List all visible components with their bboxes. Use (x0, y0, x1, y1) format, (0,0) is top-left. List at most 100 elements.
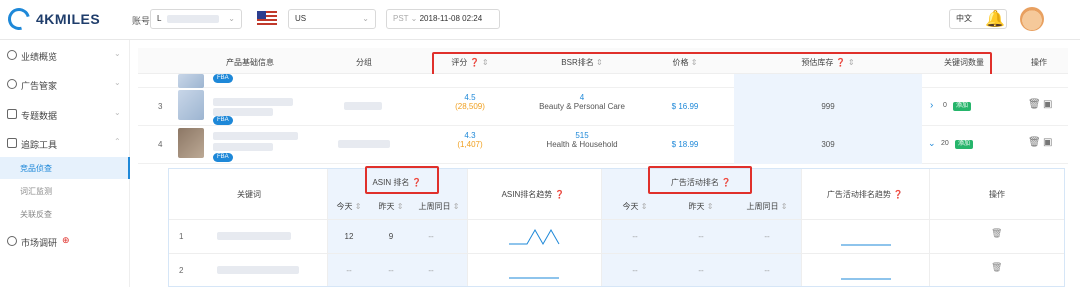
sidebar-item-tracking[interactable]: 追踪工具 ⌃ (0, 130, 130, 156)
sidebar-subitem-label: 竞品侦查 (20, 164, 52, 173)
add-keyword-button[interactable]: 添加 (955, 140, 974, 149)
sub-header-ad-today-label: 今天 (622, 202, 639, 211)
us-flag-icon (257, 11, 277, 25)
market-icon (7, 236, 17, 246)
sidebar-subitem-keyword-monitor[interactable]: 词汇监测 (0, 180, 130, 202)
chevron-right-icon[interactable]: › (930, 100, 933, 111)
tracking-icon (7, 138, 17, 148)
row-index: 3 (158, 102, 163, 111)
dashboard-icon (7, 50, 17, 60)
sidebar-item-ads[interactable]: 广告管家 ⌄ (0, 71, 130, 97)
sidebar-subitem-reverse[interactable]: 关联反查 (0, 203, 130, 225)
highlight-box-ad-rank (648, 166, 752, 194)
logo[interactable]: 4KMILES (3, 3, 101, 35)
row-index: 2 (179, 266, 184, 275)
header-actions: 操作 (1031, 58, 1047, 67)
redacted-group (344, 102, 382, 110)
chevron-down-icon: ⌄ (114, 78, 121, 87)
sidebar-item-label: 市场调研 (21, 238, 58, 248)
datetime: 2018-11-08 02:24 (419, 14, 483, 23)
sub-header-keyword: 关键词 (237, 190, 261, 199)
sub-header-yesterday[interactable]: 昨天 ⇕ (379, 201, 404, 212)
sidebar-item-label: 广告管家 (21, 81, 58, 91)
sub-header-ad-today[interactable]: 今天 ⇕ (623, 201, 648, 212)
account-select[interactable]: L ⌄ (150, 9, 242, 29)
help-icon: ❓ (893, 190, 904, 199)
chevron-down-icon[interactable]: ⌄ (928, 138, 936, 149)
redacted-product-asin (213, 108, 273, 116)
asin-rank-last-week: -- (428, 232, 434, 241)
add-keyword-button[interactable]: 添加 (953, 102, 972, 111)
ad-rank-today: -- (632, 266, 638, 275)
redacted-product-title (213, 132, 298, 140)
ad-trend-sparkline[interactable] (839, 262, 893, 282)
avatar[interactable] (1020, 7, 1044, 31)
sort-icon: ⇕ (452, 202, 460, 211)
sub-header-asin-trend: ASIN排名趋势 ❓ (502, 189, 565, 200)
sub-header-actions: 操作 (989, 190, 1005, 199)
sub-header-ad-yesterday-label: 昨天 (688, 202, 705, 211)
stock: 309 (821, 140, 835, 149)
asin-trend-sparkline[interactable] (507, 260, 561, 282)
timezone: PST (393, 14, 409, 23)
ad-trend-sparkline[interactable] (839, 228, 893, 248)
sort-icon: ⇕ (354, 202, 362, 211)
sub-table-row[interactable]: 2 -- -- -- -- -- -- 🗑 (169, 253, 1064, 287)
asin-rank-today: 12 (344, 232, 354, 241)
chevron-up-icon: ⌃ (114, 137, 121, 146)
sub-table-row[interactable]: 1 12 9 -- -- -- -- 🗑 (169, 219, 1064, 253)
sub-header-asin-trend-label: ASIN排名趋势 (501, 190, 553, 199)
bsr-rank[interactable]: 4 (539, 93, 625, 102)
fba-badge: FBA (213, 116, 233, 125)
product-thumbnail[interactable] (178, 90, 204, 120)
table-row[interactable]: 3 FBA 4.5 (28,509) 4 Beauty & Personal C… (138, 88, 1068, 126)
bell-icon[interactable]: 🔔 (985, 9, 1005, 29)
sidebar-subitem-label: 词汇监测 (20, 187, 52, 196)
rating-count[interactable]: (1,407) (457, 140, 482, 149)
ad-rank-yesterday: -- (698, 266, 704, 275)
sidebar-item-label: 追踪工具 (21, 140, 58, 150)
sub-header-today[interactable]: 今天 ⇕ (337, 201, 362, 212)
trash-icon[interactable]: 🗑 (1028, 137, 1041, 148)
top-header: 4KMILES 账号 L ⌄ US ⌄ PST ⌄ 2018-11-08 02:… (0, 0, 1080, 40)
product-thumbnail[interactable] (178, 128, 204, 158)
sidebar-item-market[interactable]: 市场调研 ⊕ (0, 228, 130, 254)
trash-icon[interactable]: 🗑 (1028, 99, 1041, 110)
redacted-product-title (213, 98, 293, 106)
rating-count[interactable]: (28,509) (455, 102, 485, 111)
sidebar-subitem-competitor[interactable]: 竞品侦查 (0, 157, 130, 179)
price: $ 18.99 (671, 140, 699, 149)
keyword-count: 0 (943, 102, 947, 109)
chevron-down-icon: ⌄ (114, 108, 121, 117)
sub-header-ad-trend: 广告活动排名趋势 ❓ (827, 189, 903, 200)
chevron-down-icon: ⌄ (114, 49, 121, 58)
sub-header-last-week[interactable]: 上周同日 ⇕ (419, 201, 460, 212)
bsr-rank[interactable]: 515 (546, 131, 617, 140)
row-index: 4 (158, 140, 163, 149)
chevron-down-icon: ⌄ (410, 14, 420, 23)
sort-icon: ⇕ (640, 202, 648, 211)
table-row[interactable]: 4 FBA 4.3 (1,407) 515 Health & Household… (138, 126, 1068, 164)
row-index: 1 (179, 232, 184, 241)
trash-icon[interactable]: 🗑 (991, 262, 1002, 273)
logo-text: 4KMILES (36, 11, 101, 27)
sidebar-item-data[interactable]: 专题数据 ⌄ (0, 101, 130, 127)
trash-icon[interactable]: 🗑 (991, 228, 1002, 239)
asin-rank-yesterday: -- (388, 266, 394, 275)
product-thumbnail[interactable] (178, 74, 204, 88)
rating-value: 4.5 (464, 93, 476, 102)
sub-header-ad-yesterday[interactable]: 昨天 ⇕ (689, 201, 714, 212)
marketplace-select[interactable]: US ⌄ (288, 9, 376, 29)
settings-icon[interactable]: ▣ (1043, 137, 1052, 148)
sub-header-ad-last-week[interactable]: 上周同日 ⇕ (747, 201, 788, 212)
settings-icon[interactable]: ▣ (1043, 99, 1052, 110)
asin-rank-last-week: -- (428, 266, 434, 275)
sidebar-item-label: 专题数据 (21, 111, 58, 121)
sidebar-item-performance[interactable]: 业绩概览 ⌄ (0, 42, 130, 68)
timezone-datetime-select[interactable]: PST ⌄ 2018-11-08 02:24 (386, 9, 500, 29)
sidebar-subitem-label: 关联反查 (20, 210, 52, 219)
data-icon (7, 109, 17, 119)
sub-header-ad-last-week-label: 上周同日 (746, 202, 779, 211)
asin-trend-sparkline[interactable] (507, 226, 561, 248)
asin-rank-today: -- (346, 266, 352, 275)
